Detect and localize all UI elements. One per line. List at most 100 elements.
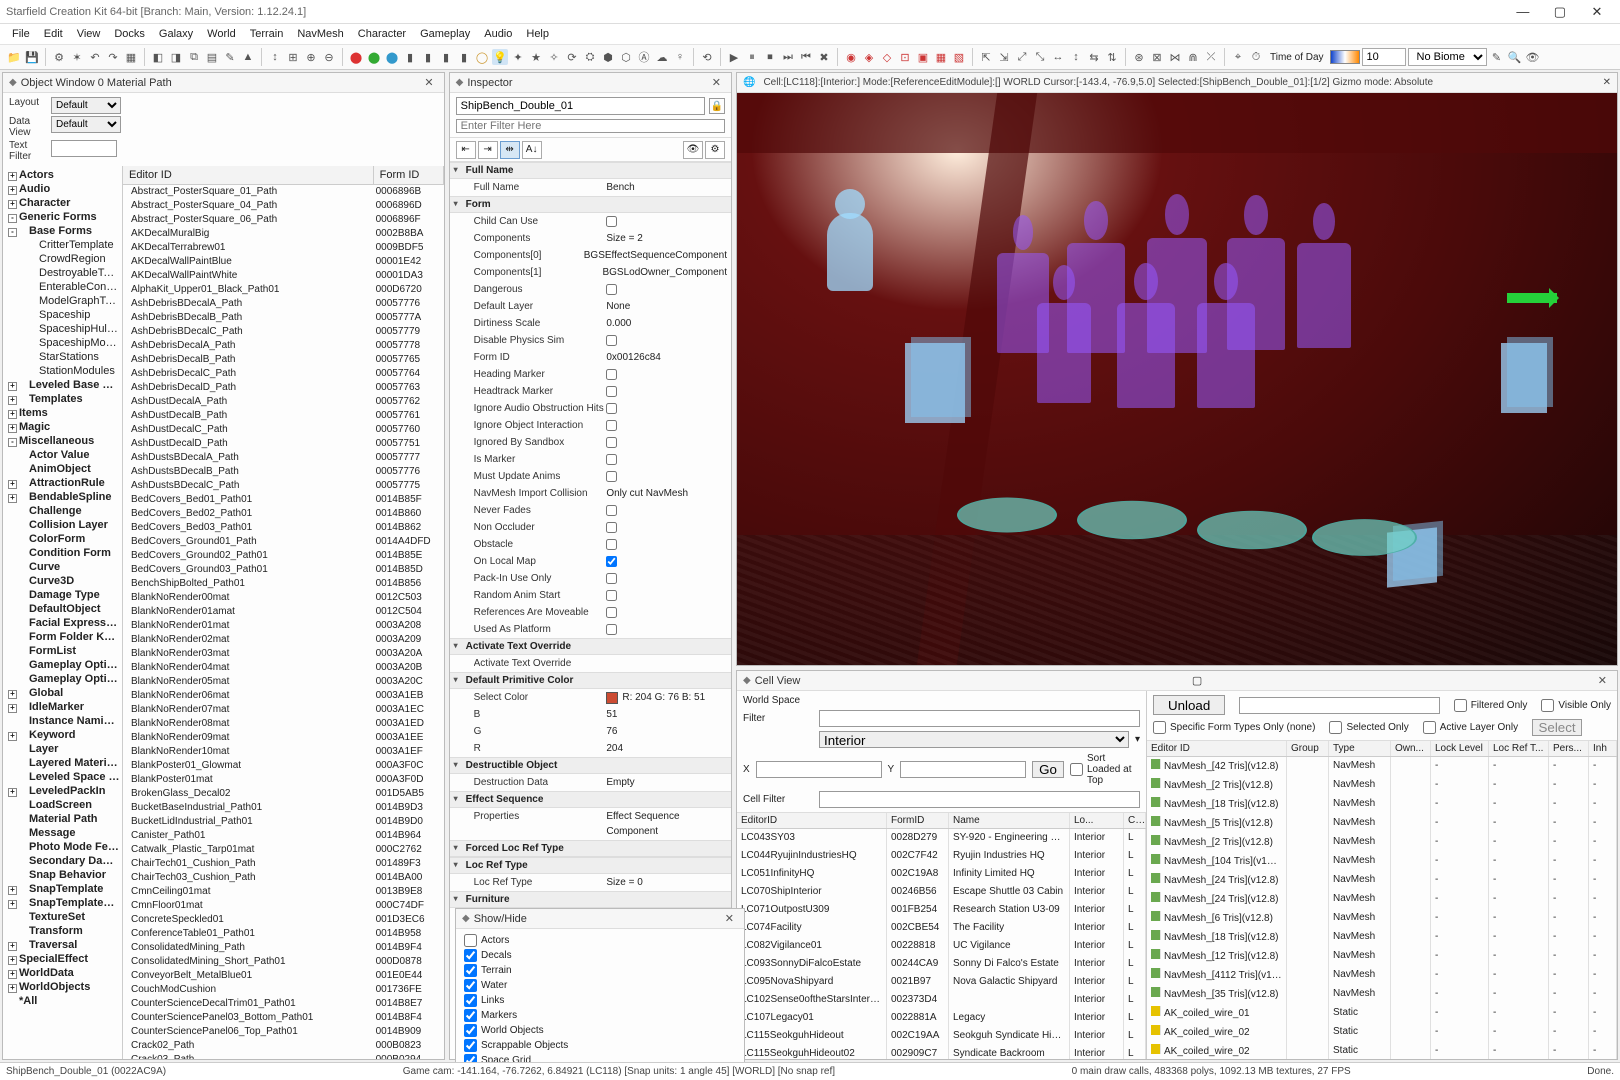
menu-edit[interactable]: Edit <box>38 26 69 42</box>
menu-terrain[interactable]: Terrain <box>244 26 290 42</box>
tb-icon[interactable]: ▣ <box>915 49 931 65</box>
tb-icon[interactable]: ▦ <box>123 49 139 65</box>
tb-icon[interactable]: ⇆ <box>1086 49 1102 65</box>
list-row[interactable]: ChairTech01_Cushion_Path001489F3 <box>123 857 444 871</box>
list-row[interactable]: AshDustsBDecalB_Path00057776 <box>123 465 444 479</box>
tree-node[interactable]: CritterTemplate <box>3 238 122 252</box>
property-row[interactable]: Ignored By Sandbox <box>450 434 731 451</box>
biome-select[interactable]: No Biome <box>1408 48 1487 66</box>
list-row[interactable]: AshDebrisBDecalA_Path00057776 <box>123 297 444 311</box>
gear-icon[interactable]: ⚙ <box>705 141 725 159</box>
tb-icon[interactable]: ⬢ <box>600 49 616 65</box>
tree-node[interactable]: Form Folder Keywo <box>3 630 122 644</box>
menu-view[interactable]: View <box>71 26 107 42</box>
inspector-object-name[interactable] <box>456 97 705 115</box>
tree-node[interactable]: Character <box>3 196 122 210</box>
table-row[interactable]: AK_coiled_wire_02Static---- <box>1147 1042 1617 1059</box>
property-row[interactable]: Loc Ref TypeSize = 0 <box>450 874 731 891</box>
tree-node[interactable]: Generic Forms <box>3 210 122 224</box>
table-row[interactable]: LC082Vigilance0100228818UC VigilanceInte… <box>737 937 1146 955</box>
tree-node[interactable]: EnterableControlla <box>3 280 122 294</box>
list-row[interactable]: AshDustDecalB_Path00057761 <box>123 409 444 423</box>
list-row[interactable]: BlankNoRender06mat0003A1EB <box>123 689 444 703</box>
list-row[interactable]: BedCovers_Ground03_Path010014B85D <box>123 563 444 577</box>
list-row[interactable]: AKDecalMuralBig0002B8BA <box>123 227 444 241</box>
tree-node[interactable]: SnapTemplate <box>3 882 122 896</box>
tree-node[interactable]: Leveled Space Cell <box>3 770 122 784</box>
property-row[interactable]: Ignore Audio Obstruction Hits <box>450 400 731 417</box>
property-row[interactable]: R204 <box>450 740 731 757</box>
property-row[interactable]: B51 <box>450 706 731 723</box>
tb-icon[interactable]: ▮ <box>438 49 454 65</box>
menu-file[interactable]: File <box>6 26 36 42</box>
list-row[interactable]: AshDustsBDecalA_Path00057777 <box>123 451 444 465</box>
tb-icon[interactable]: ⊕ <box>303 49 319 65</box>
tree-node[interactable]: Message <box>3 826 122 840</box>
menu-galaxy[interactable]: Galaxy <box>153 26 199 42</box>
table-row[interactable]: LC074Facility002CBE54The FacilityInterio… <box>737 919 1146 937</box>
sort-loaded-check[interactable] <box>1070 763 1083 776</box>
table-row[interactable]: NavMesh_[18 Tris](v12.8)NavMesh---- <box>1147 795 1617 814</box>
menu-docks[interactable]: Docks <box>108 26 151 42</box>
property-row[interactable]: Heading Marker <box>450 366 731 383</box>
tree-node[interactable]: Magic <box>3 420 122 434</box>
property-row[interactable]: ▸ComponentsSize = 2 <box>450 230 731 247</box>
property-section[interactable]: Effect Sequence <box>450 791 731 808</box>
column-header[interactable]: Name <box>949 813 1070 828</box>
column-header[interactable]: Loc Ref T... <box>1489 741 1549 756</box>
list-row[interactable]: AshDustDecalD_Path00057751 <box>123 437 444 451</box>
clock-icon[interactable]: ⏱ <box>1248 49 1264 65</box>
close-icon[interactable]: ✕ <box>1603 77 1611 88</box>
lock-icon[interactable]: 🔒 <box>709 98 725 114</box>
tree-node[interactable]: Condition Form <box>3 546 122 560</box>
property-row[interactable]: G76 <box>450 723 731 740</box>
worldspace-select[interactable]: Interior <box>819 731 1129 748</box>
tb-icon[interactable]: ⊡ <box>897 49 913 65</box>
tb-icon[interactable]: ▲ <box>240 49 256 65</box>
list-row[interactable]: AshDustDecalC_Path00057760 <box>123 423 444 437</box>
table-row[interactable]: LC115SeokguhHideout002C19AASeokguh Syndi… <box>737 1027 1146 1045</box>
tree-node[interactable]: ColorForm <box>3 532 122 546</box>
dataview-select[interactable]: Default <box>51 116 121 133</box>
property-row[interactable]: Must Update Anims <box>450 468 731 485</box>
tree-node[interactable]: Damage Type <box>3 588 122 602</box>
property-row[interactable]: Activate Text Override <box>450 655 731 672</box>
column-header[interactable]: Lo... <box>1070 813 1124 828</box>
tree-node[interactable]: Gameplay Option <box>3 658 122 672</box>
list-row[interactable]: BucketLidIndustrial_Path010014B9D0 <box>123 815 444 829</box>
showhide-item[interactable]: Actors <box>464 933 736 948</box>
list-row[interactable]: AKDecalWallPaintBlue00001E42 <box>123 255 444 269</box>
list-row[interactable]: ConcreteSpeckled01001D3EC6 <box>123 913 444 927</box>
table-row[interactable]: NavMesh_[104 Tris](v12.8)NavMesh---- <box>1147 852 1617 871</box>
time-slider[interactable] <box>1330 50 1360 64</box>
property-section[interactable]: Activate Text Override <box>450 638 731 655</box>
tb-icon[interactable]: ⤫ <box>1203 49 1219 65</box>
list-row[interactable]: Crack02_Path000B0823 <box>123 1039 444 1053</box>
list-row[interactable]: Abstract_PosterSquare_06_Path0006896F <box>123 213 444 227</box>
tree-node[interactable]: Leveled Base Form <box>3 378 122 392</box>
tb-icon[interactable]: 💾 <box>24 49 40 65</box>
tree-node[interactable]: LeveledPackIn <box>3 784 122 798</box>
tree-node[interactable]: StationModules <box>3 364 122 378</box>
showhide-item[interactable]: Links <box>464 993 736 1008</box>
close-button[interactable]: ✕ <box>1580 4 1614 20</box>
tb-icon[interactable]: ◇ <box>879 49 895 65</box>
star-icon[interactable]: ★ <box>528 49 544 65</box>
tb-icon[interactable]: Ⓐ <box>636 49 652 65</box>
property-row[interactable]: On Local Map <box>450 553 731 570</box>
tb-icon[interactable]: ◯ <box>474 49 490 65</box>
list-row[interactable]: BedCovers_Ground01_Path0014A4DFD <box>123 535 444 549</box>
tb-icon[interactable]: ▧ <box>951 49 967 65</box>
tb-icon[interactable]: ⛭ <box>582 49 598 65</box>
list-row[interactable]: CounterSciencePanel03_Bottom_Path010014B… <box>123 1011 444 1025</box>
y-input[interactable] <box>900 761 1026 778</box>
table-row[interactable]: NavMesh_[5 Tris](v12.8)NavMesh---- <box>1147 814 1617 833</box>
property-row[interactable]: Random Anim Start <box>450 587 731 604</box>
tree-node[interactable]: Audio <box>3 182 122 196</box>
tb-icon[interactable]: ⋒ <box>1185 49 1201 65</box>
tb-icon[interactable]: ◉ <box>843 49 859 65</box>
dropdown-icon[interactable]: ▾ <box>1135 734 1140 745</box>
tree-node[interactable]: AttractionRule <box>3 476 122 490</box>
tb-icon[interactable]: ⬤ <box>384 49 400 65</box>
tb-icon[interactable]: ⟲ <box>699 49 715 65</box>
